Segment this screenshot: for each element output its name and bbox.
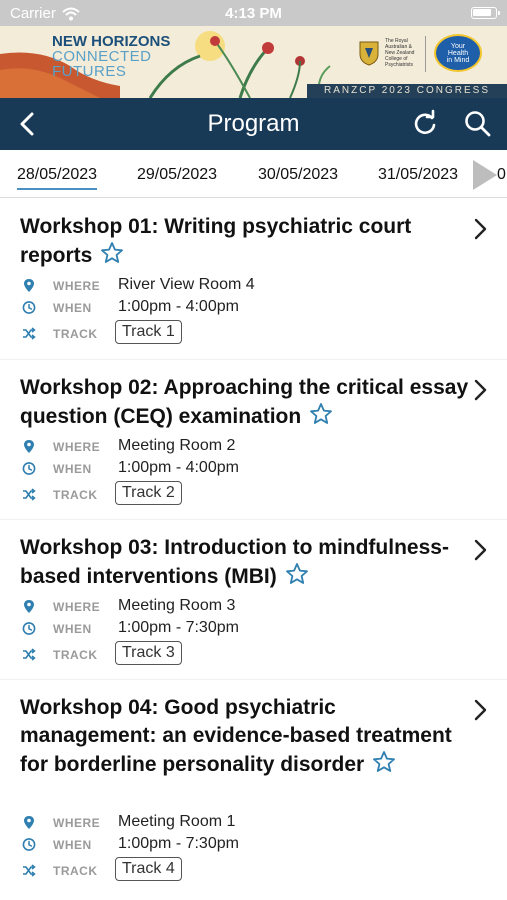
chevron-right-icon[interactable] [472,218,488,240]
session-track: TRACK Track 3 [20,641,480,666]
track-label: TRACK [53,327,98,341]
banner-divider [425,36,426,72]
session-title[interactable]: Workshop 03: Introduction to mindfulness… [20,534,475,591]
session-title-text: Workshop 02: Approaching the critical es… [20,376,469,428]
track-label: TRACK [53,648,98,662]
battery-icon [471,7,500,19]
favorite-star-icon[interactable] [309,402,333,426]
favorite-star-icon[interactable] [285,562,309,586]
favorite-star-icon[interactable] [372,750,396,774]
where-label: WHERE [53,279,101,293]
where-label: WHERE [53,440,101,454]
tagline-line-1: NEW HORIZONS [52,33,171,50]
session-title-text: Workshop 03: Introduction to mindfulness… [20,536,449,588]
clock-icon [22,622,36,635]
logo-line: Your [450,43,466,50]
track-label: TRACK [53,488,98,502]
session-when: WHEN 1:00pm - 4:00pm [20,458,480,480]
session-when: WHEN 1:00pm - 7:30pm [20,618,480,640]
tab-date-2[interactable]: 29/05/2023 [137,166,217,184]
shuffle-icon [23,648,36,661]
session-track: TRACK Track 2 [20,481,480,506]
session-when: WHEN 1:00pm - 7:30pm [20,834,480,856]
session-item[interactable]: Workshop 03: Introduction to mindfulness… [0,520,507,679]
college-crest-icon [359,41,379,66]
where-value: Meeting Room 3 [118,597,236,614]
scroll-right-icon[interactable] [473,160,497,190]
where-label: WHERE [53,600,101,614]
chevron-right-icon[interactable] [472,539,488,561]
session-item[interactable]: Workshop 01: Writing psychiatric court r… [0,199,507,359]
when-label: WHEN [53,462,92,476]
tab-date-4[interactable]: 31/05/2023 [378,166,458,184]
banner-tagline: NEW HORIZONS CONNECTED FUTURES [52,34,170,79]
clock-icon [22,301,36,314]
session-track: TRACK Track 1 [20,320,480,345]
location-pin-icon [24,600,34,613]
chevron-right-icon[interactable] [472,699,488,721]
college-name: The Royal Australian & New Zealand Colle… [385,38,419,68]
college-line: Psychiatrists [385,62,414,68]
favorite-star-icon[interactable] [100,241,124,265]
session-title[interactable]: Workshop 04: Good psychiatric management… [20,694,475,779]
logo-line: in Mind [446,57,470,64]
track-label: TRACK [53,864,98,878]
date-tabs: 28/05/2023 29/05/2023 30/05/2023 31/05/2… [0,150,507,198]
where-value: Meeting Room 2 [118,437,236,454]
clock-icon [22,838,36,851]
session-where: WHERE Meeting Room 1 [20,812,480,834]
session-where: WHERE Meeting Room 3 [20,596,480,618]
search-icon[interactable] [463,109,493,139]
tab-date-3[interactable]: 30/05/2023 [258,166,338,184]
shuffle-icon [23,327,36,340]
nav-bar: Program [0,98,507,150]
refresh-icon[interactable] [410,109,440,139]
chevron-right-icon[interactable] [472,379,488,401]
clock-icon [22,462,36,475]
session-title[interactable]: Workshop 01: Writing psychiatric court r… [20,213,475,270]
track-badge[interactable]: Track 1 [115,320,182,344]
congress-label: RANZCP 2023 CONGRESS [307,84,507,98]
status-bar: Carrier 4:13 PM [0,0,507,26]
shuffle-icon [23,864,36,877]
your-health-in-mind-logo: Your Health in Mind [434,34,482,72]
session-item[interactable]: Workshop 04: Good psychiatric management… [0,680,507,900]
when-value: 1:00pm - 4:00pm [118,459,239,476]
session-when: WHEN 1:00pm - 4:00pm [20,297,480,319]
session-where: WHERE River View Room 4 [20,275,480,297]
session-item[interactable]: Workshop 02: Approaching the critical es… [0,360,507,519]
shuffle-icon [23,488,36,501]
location-pin-icon [24,279,34,292]
when-label: WHEN [53,301,92,315]
tab-date-1[interactable]: 28/05/2023 [17,166,98,190]
when-value: 1:00pm - 7:30pm [118,619,239,636]
session-track: TRACK Track 4 [20,857,480,882]
tab-date-clipped[interactable]: 0 [497,166,506,184]
when-label: WHEN [53,622,92,636]
when-label: WHEN [53,838,92,852]
congress-banner: NEW HORIZONS CONNECTED FUTURES The Royal… [0,26,507,98]
when-value: 1:00pm - 7:30pm [118,835,239,852]
session-list: Workshop 01: Writing psychiatric court r… [0,199,507,900]
session-title-text: Workshop 01: Writing psychiatric court r… [20,215,412,267]
where-value: Meeting Room 1 [118,813,236,830]
where-value: River View Room 4 [118,276,255,293]
where-label: WHERE [53,816,101,830]
tagline-line-2: CONNECTED [52,48,152,65]
logo-line: Health [447,50,469,57]
session-where: WHERE Meeting Room 2 [20,436,480,458]
session-title[interactable]: Workshop 02: Approaching the critical es… [20,374,475,431]
location-pin-icon [24,440,34,453]
track-badge[interactable]: Track 4 [115,857,182,881]
clock: 4:13 PM [225,5,282,22]
track-badge[interactable]: Track 3 [115,641,182,665]
track-badge[interactable]: Track 2 [115,481,182,505]
when-value: 1:00pm - 4:00pm [118,298,239,315]
tagline-line-3: FUTURES [52,63,127,80]
location-pin-icon [24,816,34,829]
your-health-in-mind-text: Your Health in Mind [436,36,480,70]
